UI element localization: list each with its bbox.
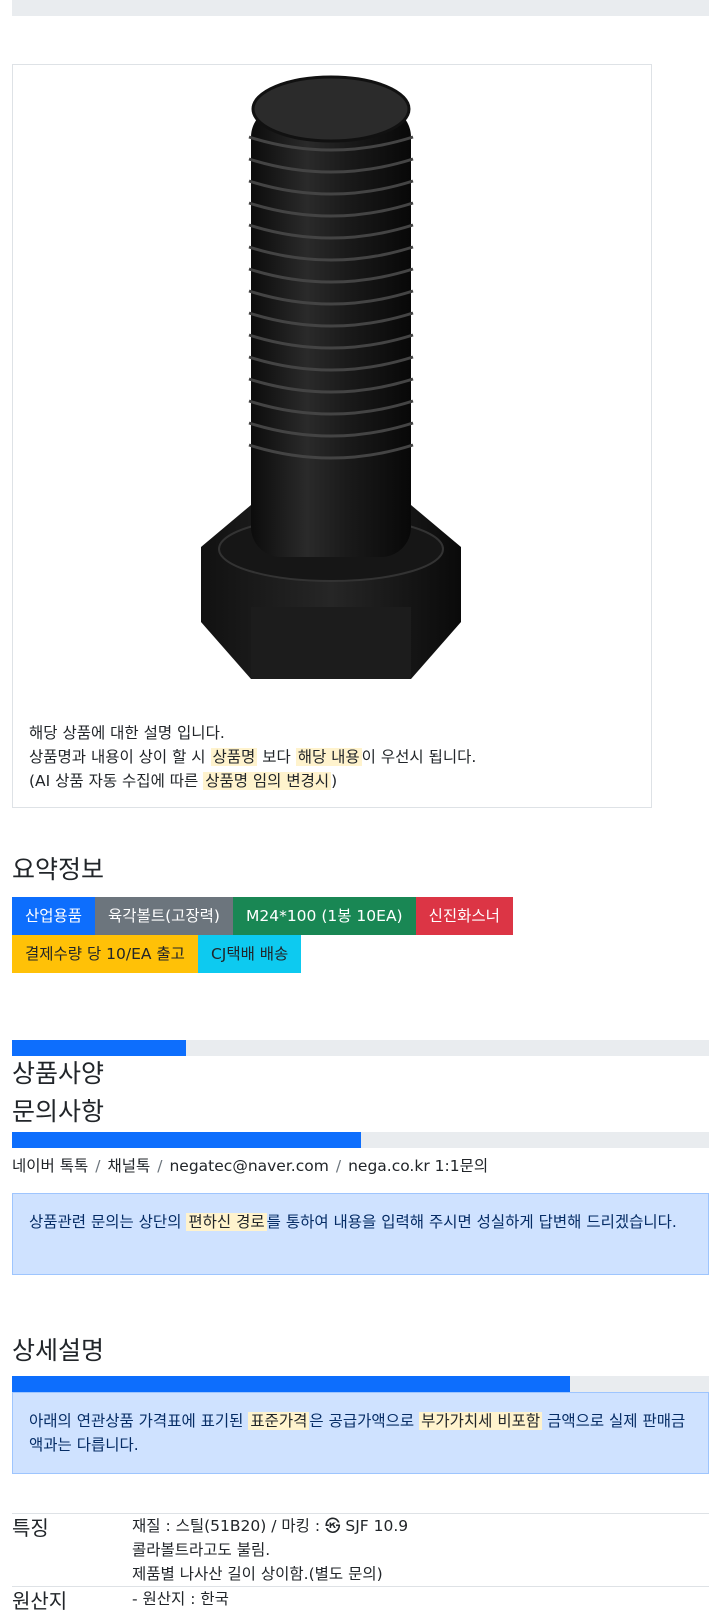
product-description: 해당 상품에 대한 설명 입니다. 상품명과 내용이 상이 할 시 상품명 보다… — [29, 724, 477, 790]
inquiry-alert: 상품관련 문의는 상단의 편하신 경로 를 통하여 내용을 입력해 주시면 성실하… — [12, 1193, 709, 1275]
highlight: 편하신 경로 — [186, 1213, 267, 1231]
top-progress-bar — [12, 0, 709, 16]
link-email[interactable]: negatec@naver.com — [169, 1157, 328, 1175]
spec-value: 재질 : 스틸(51B20) / 마킹 : ㉿ SJF 10.9 콜라볼트라고도… — [132, 1517, 409, 1583]
badge-quantity: 결제수량 당 10/EA 출고 — [12, 935, 198, 973]
highlight: 해당 내용 — [295, 748, 362, 766]
detail-title: 상세설명 — [12, 1336, 105, 1365]
badge-size: M24*100 (1봉 10EA) — [232, 897, 416, 935]
highlight: 부가가치세 비포함 — [419, 1412, 543, 1430]
badge-category: 산업용품 — [12, 897, 96, 935]
spec-row-origin: 원산지 - 원산지 : 한국 — [12, 1586, 709, 1621]
inquiry-title: 문의사항 — [12, 1097, 105, 1126]
spec-progress-bar — [12, 1040, 709, 1056]
product-image[interactable] — [191, 67, 471, 707]
spec-title: 상품사양 — [12, 1059, 105, 1088]
badge-brand: 신진화스너 — [415, 897, 513, 935]
summary-badges: 산업용품 육각볼트(고장력) M24*100 (1봉 10EA) 신진화스너 결… — [12, 897, 532, 973]
highlight: 상품명 임의 변경시 — [203, 772, 332, 790]
detail-progress-bar — [12, 1376, 709, 1392]
badge-shipping: CJ택배 배송 — [197, 935, 302, 973]
highlight: 표준가격 — [248, 1412, 310, 1430]
highlight: 상품명 — [210, 748, 258, 766]
spec-row-features: 특징 재질 : 스틸(51B20) / 마킹 : ㉿ SJF 10.9 콜라볼트… — [12, 1513, 709, 1586]
spec-key: 특징 — [12, 1516, 49, 1540]
badge-type: 육각볼트(고장력) — [95, 897, 233, 935]
link-channel-talk[interactable]: 채널톡 — [107, 1157, 150, 1175]
product-card: 해당 상품에 대한 설명 입니다. 상품명과 내용이 상이 할 시 상품명 보다… — [12, 64, 652, 808]
inquiry-progress-bar — [12, 1132, 709, 1148]
spec-value: - 원산지 : 한국 — [132, 1590, 229, 1608]
inquiry-links: 네이버 톡톡 / 채널톡 / negatec@naver.com / nega.co.kr … — [12, 1157, 489, 1175]
spec-key: 원산지 — [12, 1589, 68, 1613]
link-website-inquiry[interactable]: nega.co.kr 1:1문의 — [348, 1157, 488, 1175]
summary-title: 요약정보 — [12, 855, 105, 884]
link-naver-talk[interactable]: 네이버 톡톡 — [12, 1157, 88, 1175]
detail-alert: 아래의 연관상품 가격표에 표기된 표준가격 은 공급가액으로 부가가치세 비포함… — [12, 1392, 709, 1474]
